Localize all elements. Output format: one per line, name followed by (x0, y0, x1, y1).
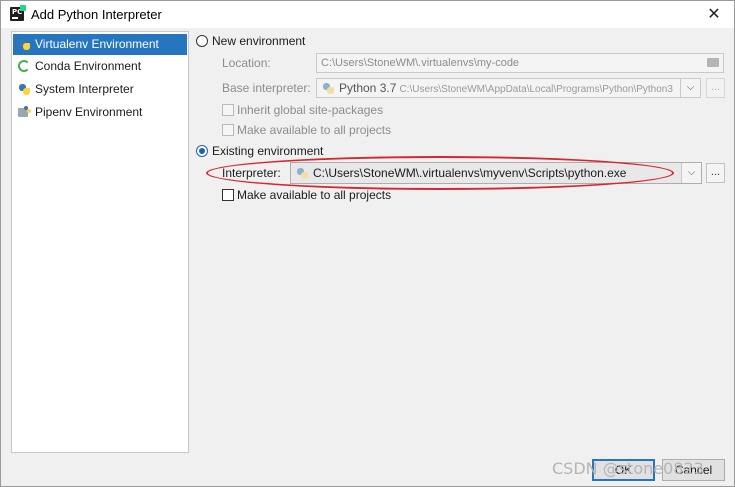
new-make-available-label: Make available to all projects (237, 123, 392, 137)
sidebar-item-pipenv[interactable]: Pipenv Environment (13, 102, 187, 123)
dialog-title: Add Python Interpreter (31, 7, 162, 22)
existing-make-available-label: Make available to all projects (237, 188, 392, 202)
existing-make-available-checkbox[interactable] (222, 189, 234, 201)
pipenv-icon (18, 106, 31, 119)
pycharm-logo-icon: PC (10, 5, 26, 21)
folder-icon[interactable] (707, 58, 719, 67)
base-interpreter-select[interactable]: Python 3.7 C:\Users\StoneWM\AppData\Loca… (316, 78, 701, 98)
location-input[interactable]: C:\Users\StoneWM\.virtualenvs\my-code (316, 53, 724, 73)
sidebar-item-conda[interactable]: Conda Environment (13, 56, 187, 77)
sidebar-item-system-interpreter[interactable]: System Interpreter (13, 79, 187, 100)
interpreter-label: Interpreter: (222, 166, 281, 180)
sidebar-item-virtualenv[interactable]: Virtualenv Environment (13, 34, 187, 55)
close-button[interactable]: ✕ (700, 1, 728, 27)
sidebar-item-label: System Interpreter (35, 82, 134, 96)
existing-environment-radio[interactable] (196, 145, 208, 157)
sidebar-item-label: Pipenv Environment (35, 105, 143, 119)
base-interpreter-browse-button[interactable]: ... (706, 78, 725, 98)
chevron-down-icon[interactable]: ⌵ (680, 79, 700, 97)
inherit-site-packages-label: Inherit global site-packages (237, 103, 384, 117)
title-bar: PC Add Python Interpreter ✕ (1, 1, 734, 28)
python-virtualenv-icon (18, 38, 31, 51)
inherit-site-packages-checkbox[interactable] (222, 104, 234, 116)
existing-environment-label: Existing environment (212, 144, 324, 158)
cancel-button[interactable]: Cancel (662, 459, 725, 481)
interpreter-browse-button[interactable]: ... (706, 163, 725, 183)
new-environment-radio[interactable] (196, 35, 208, 47)
base-interpreter-path: C:\Users\StoneWM\AppData\Local\Programs\… (399, 84, 673, 95)
sidebar-item-label: Virtualenv Environment (35, 37, 159, 51)
python-icon (18, 83, 31, 96)
location-value: C:\Users\StoneWM\.virtualenvs\my-code (321, 57, 520, 69)
add-python-interpreter-dialog: PC Add Python Interpreter ✕ Virtualenv E… (0, 0, 735, 487)
new-make-available-checkbox[interactable] (222, 124, 234, 136)
interpreter-value: C:\Users\StoneWM\.virtualenvs\myvenv\Scr… (313, 166, 627, 180)
ok-button[interactable]: OK (592, 459, 655, 481)
base-interpreter-name: Python 3.7 (339, 81, 397, 95)
base-interpreter-label: Base interpreter: (222, 81, 311, 95)
new-environment-label: New environment (212, 34, 306, 48)
conda-icon (18, 60, 31, 73)
interpreter-select[interactable]: C:\Users\StoneWM\.virtualenvs\myvenv\Scr… (290, 162, 702, 184)
environment-type-list: Virtualenv Environment Conda Environment… (11, 31, 189, 453)
sidebar-item-label: Conda Environment (35, 59, 142, 73)
location-label: Location: (222, 56, 271, 70)
chevron-down-icon[interactable]: ⌵ (681, 163, 701, 183)
